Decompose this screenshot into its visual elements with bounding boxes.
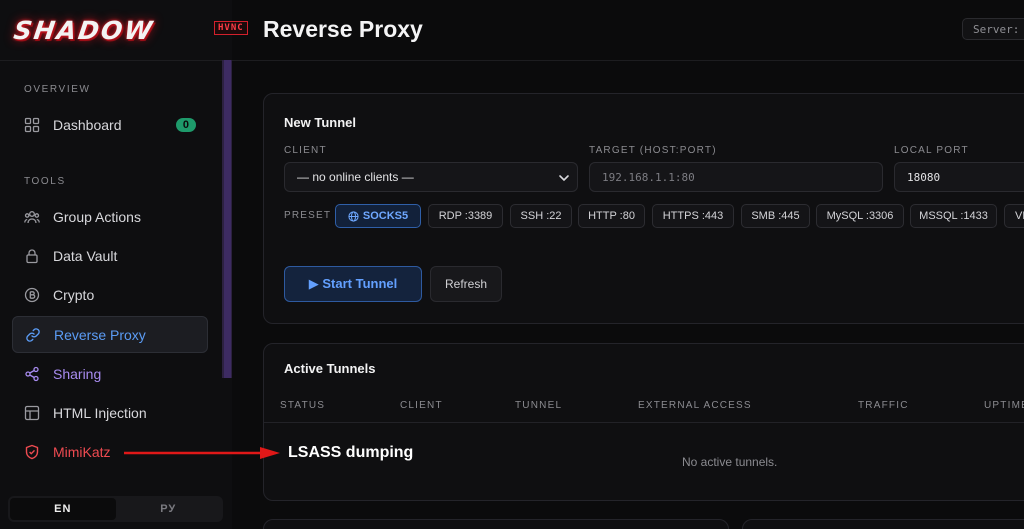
shield-icon: [24, 444, 40, 460]
column-header-traffic[interactable]: TRAFFIC: [858, 400, 909, 411]
annotation-arrow: [124, 447, 280, 459]
target-input[interactable]: 192.168.1.1:80: [589, 162, 883, 192]
sidebar-scrollbar-thumb[interactable]: [224, 60, 231, 378]
active-tunnels-card: Active Tunnels STATUS CLIENT TUNNEL EXTE…: [263, 343, 1024, 501]
users-icon: [24, 209, 40, 225]
sidebar-item-group-actions[interactable]: Group Actions: [12, 199, 208, 235]
client-select[interactable]: — no online clients —: [284, 162, 578, 192]
globe-icon: [348, 210, 359, 222]
sidebar-item-data-vault[interactable]: Data Vault: [12, 238, 208, 274]
new-tunnel-card: New Tunnel CLIENT — no online clients — …: [263, 93, 1024, 324]
preset-chip-smb[interactable]: SMB :445: [741, 204, 810, 228]
target-label: TARGET (HOST:PORT): [589, 145, 717, 156]
sidebar-item-html-injection[interactable]: HTML Injection: [12, 395, 208, 431]
sidebar-divider: [0, 60, 232, 61]
hvnc-badge: HVNC: [214, 21, 248, 35]
dashboard-count-badge: 0: [175, 118, 196, 132]
table-header-divider: [264, 422, 1024, 423]
preset-chip-rdp[interactable]: RDP :3389: [428, 204, 503, 228]
sidebar-item-reverse-proxy[interactable]: Reverse Proxy: [12, 316, 208, 353]
section-label-overview: OVERVIEW: [24, 84, 91, 95]
preset-chip-vnc[interactable]: VN: [1004, 204, 1024, 228]
language-switch: EN РУ: [8, 496, 223, 522]
local-port-label: LOCAL PORT: [894, 145, 969, 156]
page-title: Reverse Proxy: [263, 16, 423, 42]
sidebar-item-sharing[interactable]: Sharing: [12, 356, 208, 392]
client-label: CLIENT: [284, 145, 327, 156]
preset-chip-ssh[interactable]: SSH :22: [510, 204, 572, 228]
brand-logo[interactable]: SHADOW: [11, 10, 222, 50]
start-tunnel-button[interactable]: ▶ Start Tunnel: [284, 266, 422, 302]
lock-icon: [24, 248, 40, 264]
server-selector[interactable]: Server:: [962, 18, 1024, 40]
preset-chip-label: SOCKS5: [362, 210, 409, 222]
annotation-label: LSASS dumping: [288, 444, 414, 461]
card-peek-right: [742, 519, 1024, 529]
lang-en-button[interactable]: EN: [10, 498, 116, 520]
bitcoin-icon: [24, 287, 40, 303]
sidebar-item-label: Sharing: [53, 366, 102, 382]
lang-ru-button[interactable]: РУ: [116, 498, 222, 520]
link-icon: [25, 327, 41, 343]
refresh-button[interactable]: Refresh: [430, 266, 502, 302]
preset-chip-https[interactable]: HTTPS :443: [652, 204, 734, 228]
preset-chip-mysql[interactable]: MySQL :3306: [816, 204, 904, 228]
column-header-client[interactable]: CLIENT: [400, 400, 443, 411]
sidebar-item-label: Dashboard: [53, 117, 122, 133]
column-header-status[interactable]: STATUS: [280, 400, 325, 411]
sidebar-item-label: HTML Injection: [53, 405, 147, 421]
section-label-tools: TOOLS: [24, 176, 66, 187]
column-header-external-access[interactable]: EXTERNAL ACCESS: [638, 400, 752, 411]
sidebar-item-label: Group Actions: [53, 209, 141, 225]
sidebar-item-dashboard[interactable]: Dashboard 0: [12, 107, 208, 143]
sidebar-item-label: MimiKatz: [53, 444, 111, 460]
local-port-input[interactable]: 18080: [894, 162, 1024, 192]
client-select-value: — no online clients —: [297, 170, 414, 184]
active-tunnels-title: Active Tunnels: [284, 361, 376, 376]
sidebar-item-label: Reverse Proxy: [54, 326, 146, 343]
preset-label: PRESET: [284, 210, 332, 221]
chevron-down-icon: [557, 171, 571, 185]
sidebar-item-label: Crypto: [53, 287, 95, 303]
new-tunnel-title: New Tunnel: [284, 115, 356, 130]
share-icon: [24, 366, 40, 382]
sidebar-item-crypto[interactable]: Crypto: [12, 277, 208, 313]
column-header-uptime[interactable]: UPTIME: [984, 400, 1024, 411]
preset-chip-http[interactable]: HTTP :80: [578, 204, 645, 228]
brand-logo-text: SHADOW: [11, 15, 156, 45]
preset-chip-socks5[interactable]: SOCKS5: [335, 204, 421, 228]
grid-icon: [24, 405, 40, 421]
empty-state-message: No active tunnels.: [682, 455, 778, 469]
sidebar-item-label: Data Vault: [53, 248, 118, 264]
header-divider: [232, 60, 1024, 61]
dashboard-icon: [24, 117, 40, 133]
preset-chip-mssql[interactable]: MSSQL :1433: [910, 204, 997, 228]
card-peek-left: [263, 519, 729, 529]
column-header-tunnel[interactable]: TUNNEL: [515, 400, 562, 411]
